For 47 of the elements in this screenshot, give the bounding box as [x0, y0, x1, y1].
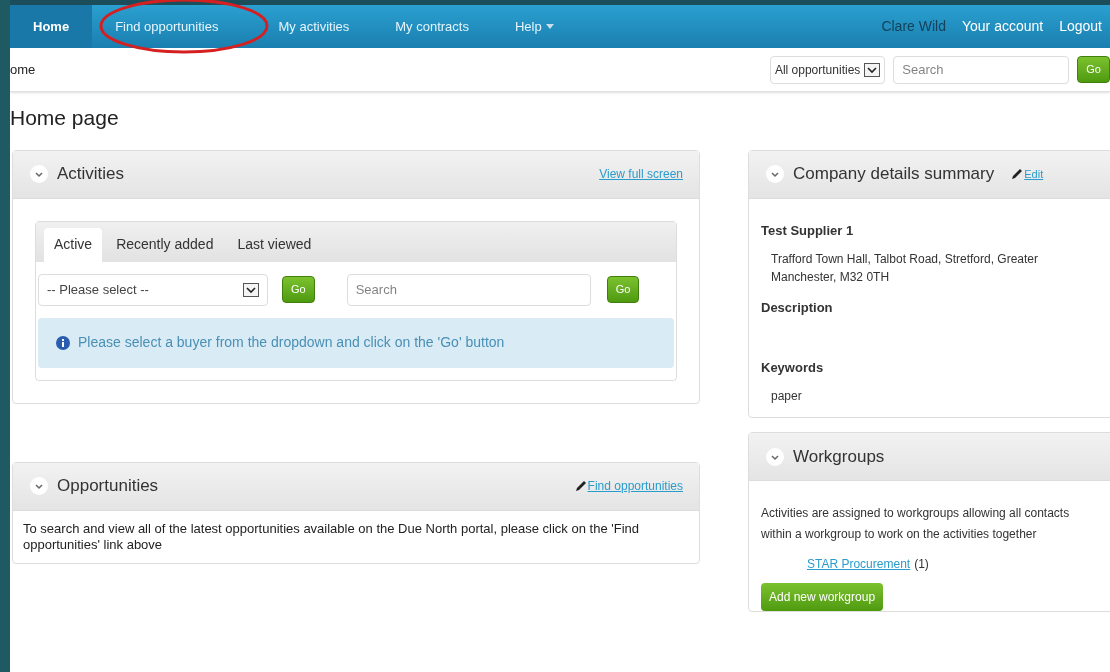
- info-icon: [56, 335, 70, 350]
- description-text: To search and view all of the latest opportunities available on the Due North portal, please click on the 'Find opportunities' link above: [22, 519, 640, 554]
- count-text: (1): [914, 556, 929, 573]
- user-name: Clare Wild: [880, 17, 947, 36]
- caret-icon: [864, 62, 881, 77]
- search-field[interactable]: Search: [893, 55, 1070, 84]
- link[interactable]: View full screen: [599, 165, 683, 183]
- nav-tab[interactable]: My activities: [255, 5, 373, 48]
- panel-title: Activities: [57, 163, 125, 186]
- go-button[interactable]: Go: [282, 276, 315, 303]
- panel-title: Company details summary: [793, 163, 995, 186]
- pencil-icon: [1010, 167, 1025, 181]
- panel-title: Opportunities: [57, 475, 159, 498]
- company-name: Test Supplier 1: [761, 221, 855, 240]
- field-label: Keywords: [761, 358, 825, 377]
- add-workgroup-button[interactable]: Add new workgroup: [761, 583, 884, 611]
- caret-icon: [243, 282, 259, 297]
- collapse-icon: [765, 164, 785, 184]
- nav-tab[interactable]: Help: [491, 5, 577, 48]
- tab[interactable]: Active: [44, 227, 103, 262]
- address-text: Trafford Town Hall, Talbot Road, Stretford, Greater Manchester, M32 0TH: [770, 251, 1040, 286]
- info-text: Please select a buyer from the dropdown and click on the 'Go' button: [78, 333, 505, 352]
- collapse-icon: [765, 446, 785, 467]
- nav-link[interactable]: Logout: [1051, 16, 1110, 37]
- nav-tab[interactable]: Find opportunities: [92, 5, 242, 48]
- collapse-icon: [29, 164, 49, 184]
- panel-title: Workgroups: [793, 445, 885, 468]
- search-field[interactable]: Search: [346, 273, 591, 306]
- go-button[interactable]: Go: [606, 276, 640, 303]
- nav-tab[interactable]: Home: [10, 5, 93, 48]
- nav-link[interactable]: Your account: [953, 16, 1052, 37]
- description-text: Activities are assigned to workgroups allowing all contacts within a workgroup to work on the activities together: [761, 505, 1071, 543]
- link[interactable]: Edit: [1024, 165, 1044, 183]
- tab[interactable]: Last viewed: [227, 227, 322, 262]
- go-button[interactable]: Go: [1077, 56, 1110, 83]
- tab[interactable]: Recently added: [106, 227, 224, 262]
- collapse-icon: [29, 476, 49, 496]
- buyer-dropdown[interactable]: -- Please select --: [38, 273, 268, 306]
- breadcrumb[interactable]: ome: [10, 59, 770, 80]
- link[interactable]: Find opportunities: [587, 477, 683, 495]
- field-label: Description: [761, 299, 834, 317]
- keyword-text: paper: [770, 388, 803, 405]
- pencil-icon: [573, 479, 588, 493]
- nav-tab[interactable]: My contracts: [372, 5, 492, 48]
- scope-dropdown[interactable]: All opportunities: [769, 55, 886, 84]
- page-title: Home page: [10, 105, 120, 131]
- workgroup-link[interactable]: STAR Procurement: [807, 555, 911, 573]
